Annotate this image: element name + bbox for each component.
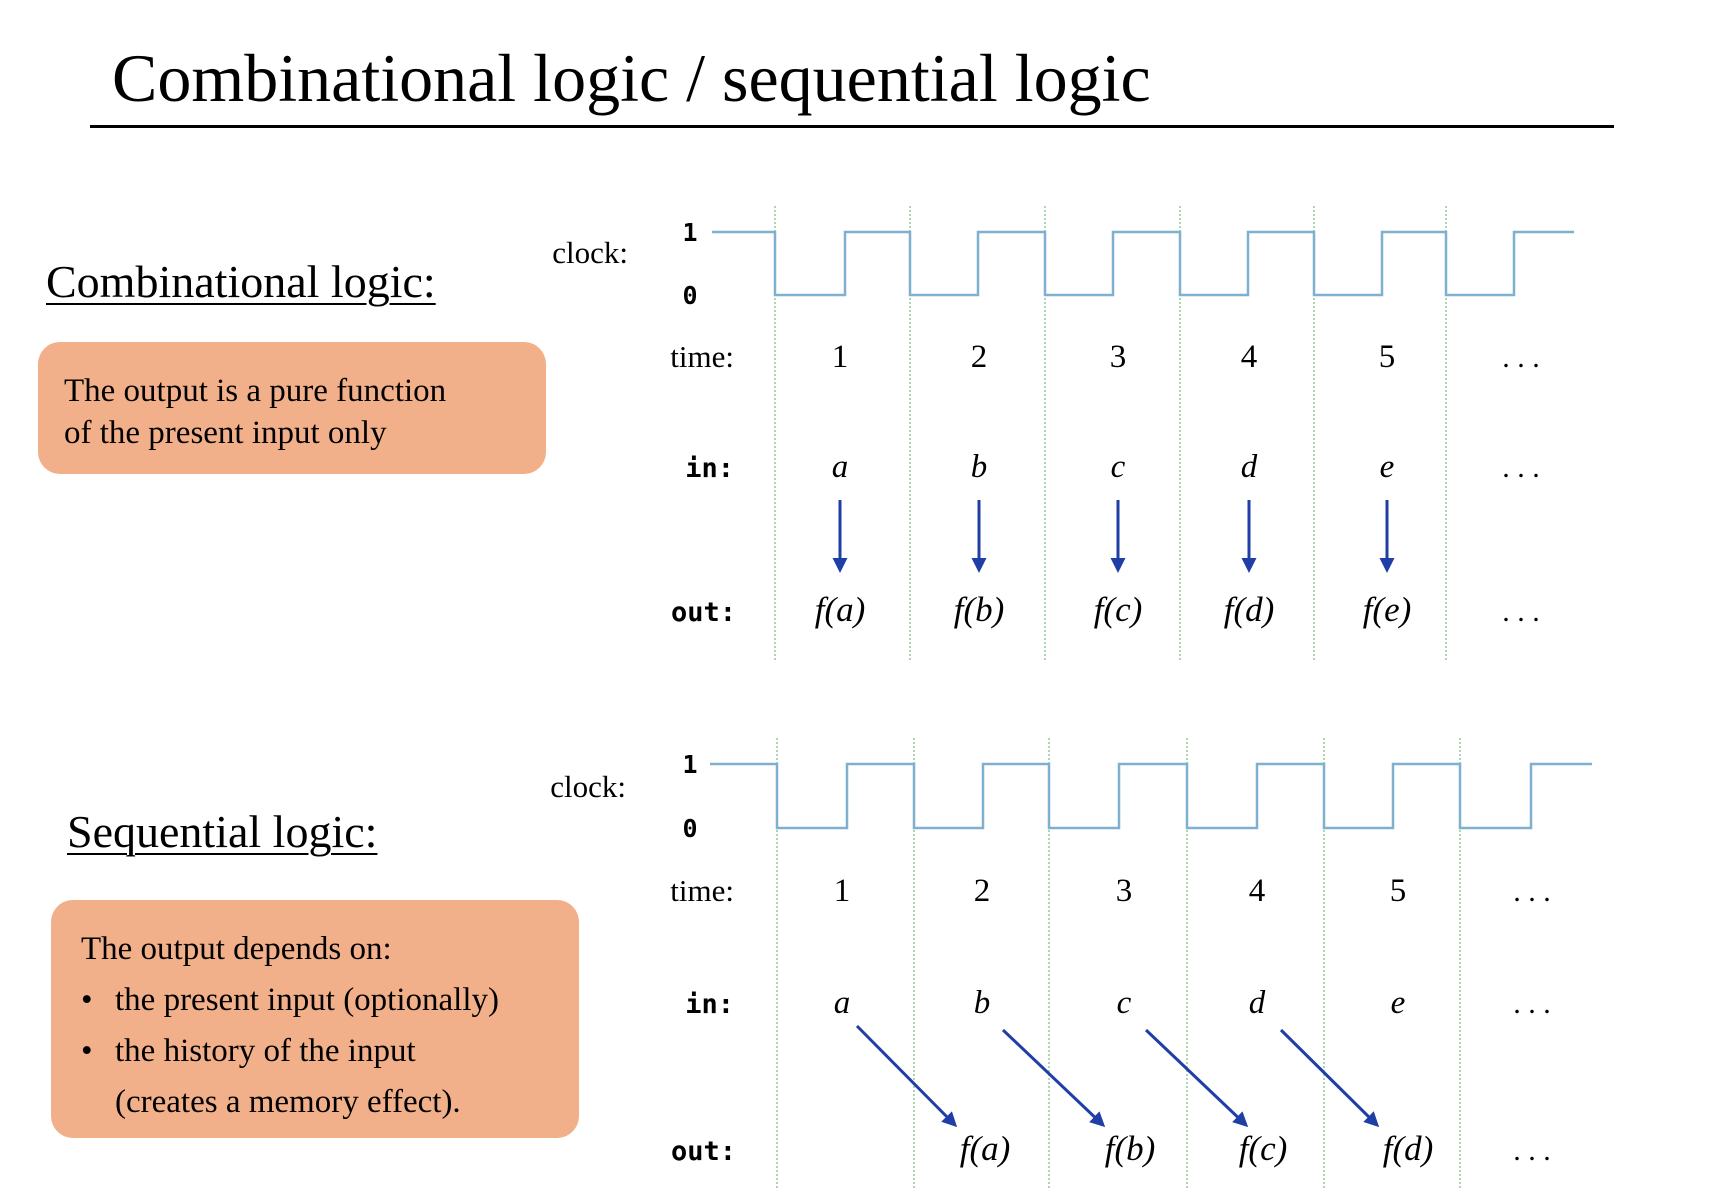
input-value: a (832, 449, 849, 485)
output-value: f(e) (1363, 590, 1412, 629)
time-value: 3 (1110, 339, 1127, 375)
continuation-ellipsis: . . . (1513, 1134, 1551, 1167)
clock-high-label: 1 (682, 218, 697, 247)
time-value: 1 (832, 339, 849, 375)
time-value: 5 (1390, 873, 1407, 909)
continuation-ellipsis: . . . (1513, 875, 1551, 908)
input-value: c (1117, 985, 1132, 1021)
output-value: f(b) (954, 590, 1005, 629)
input-value: d (1249, 985, 1266, 1021)
time-value: 4 (1241, 339, 1258, 375)
input-value: c (1111, 449, 1126, 485)
input-value: e (1391, 985, 1406, 1021)
time-label: time: (670, 873, 734, 908)
continuation-ellipsis: . . . (1502, 451, 1540, 484)
clock-waveform (712, 230, 1574, 297)
dependency-arrow (1279, 1028, 1380, 1128)
output-value: f(c) (1239, 1129, 1288, 1168)
input-value: d (1241, 449, 1258, 485)
time-label: time: (670, 339, 734, 374)
timing-diagrams: clock: 1 0 time: in: out: 1 2 3 4 5 a b c d e f(a) f(b) f(… (550, 206, 1592, 1190)
out-label: out: (671, 597, 736, 628)
dependency-arrow (1144, 1028, 1249, 1128)
combinational-timing-diagram: clock: 1 0 time: in: out: 1 2 3 4 5 a b c d e f(a) f(b) f(… (552, 206, 1574, 662)
output-value: f(a) (815, 590, 866, 629)
output-value: f(d) (1224, 590, 1275, 629)
sequential-timing-diagram: clock: 1 0 time: in: out: 1 2 3 4 5 a b c d e f(a) f(b) f(… (550, 738, 1592, 1190)
input-value: e (1380, 449, 1395, 485)
time-value: 4 (1249, 873, 1266, 909)
dependency-arrow (1001, 1028, 1106, 1128)
out-label: out: (671, 1136, 736, 1167)
clock-low-label: 0 (682, 814, 697, 843)
time-value: 2 (971, 339, 988, 375)
output-value: f(a) (960, 1129, 1011, 1168)
continuation-ellipsis: . . . (1513, 987, 1551, 1020)
time-value: 2 (974, 873, 991, 909)
input-value: b (974, 985, 991, 1021)
output-value: f(d) (1383, 1129, 1434, 1168)
time-value: 3 (1116, 873, 1133, 909)
input-value: b (971, 449, 988, 485)
in-label: in: (685, 453, 734, 484)
clock-label: clock: (550, 769, 626, 804)
continuation-ellipsis: . . . (1502, 595, 1540, 628)
output-value: f(c) (1094, 590, 1143, 629)
clock-waveform (710, 762, 1592, 830)
clock-low-label: 0 (682, 281, 697, 310)
continuation-ellipsis: . . . (1502, 341, 1540, 374)
output-value: f(b) (1105, 1129, 1156, 1168)
time-value: 5 (1379, 339, 1396, 375)
time-value: 1 (834, 873, 851, 909)
clock-high-label: 1 (682, 750, 697, 779)
clock-label: clock: (552, 235, 628, 270)
dependency-arrow (855, 1024, 958, 1128)
input-value: a (834, 985, 851, 1021)
in-label: in: (685, 989, 734, 1020)
